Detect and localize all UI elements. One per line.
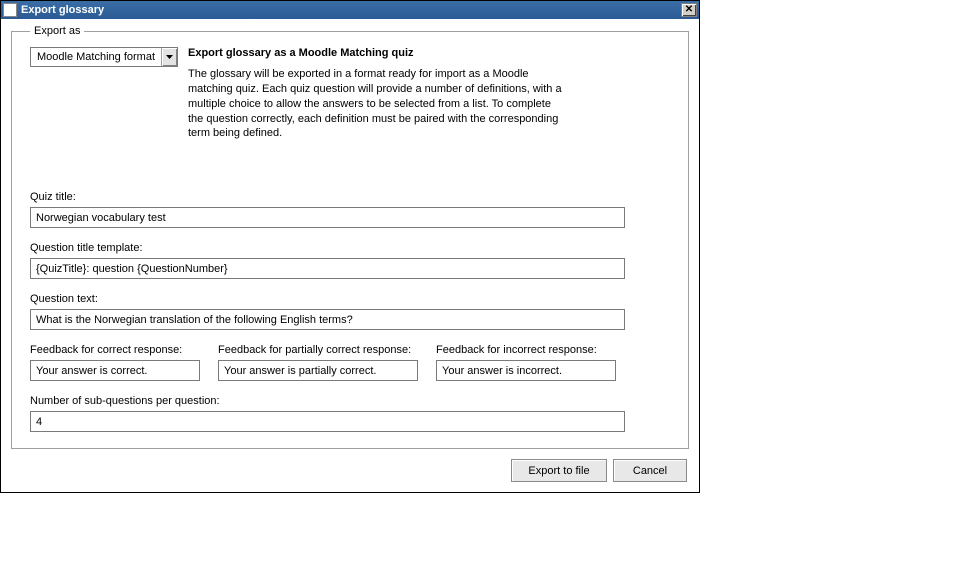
feedback-row: Feedback for correct response: Feedback … [30,344,670,381]
dialog-window: Export glossary ✕ Export as Moodle Match… [0,0,700,493]
description-text: The glossary will be exported in a forma… [188,67,568,141]
num-subquestions-label: Number of sub-questions per question: [30,395,670,407]
feedback-partial-label: Feedback for partially correct response: [218,344,418,356]
quiz-title-label: Quiz title: [30,191,670,203]
export-as-fieldset: Export as Moodle Matching format Export … [11,25,689,449]
fieldset-legend: Export as [30,25,84,37]
close-icon: ✕ [685,5,693,15]
feedback-partial-input[interactable] [218,360,418,381]
dialog-content: Export as Moodle Matching format Export … [1,19,699,492]
export-button[interactable]: Export to file [511,459,607,482]
format-description: Export glossary as a Moodle Matching qui… [188,47,670,141]
question-title-template-label: Question title template: [30,242,670,254]
feedback-incorrect-label: Feedback for incorrect response: [436,344,616,356]
format-select-dropdown-button[interactable] [161,48,177,66]
feedback-partial-group: Feedback for partially correct response: [218,344,418,381]
form-area: Quiz title: Question title template: Que… [30,191,670,432]
feedback-incorrect-input[interactable] [436,360,616,381]
top-row: Moodle Matching format Export glossary a… [30,47,670,141]
num-subquestions-input[interactable] [30,411,625,432]
cancel-button[interactable]: Cancel [613,459,687,482]
quiz-title-input[interactable] [30,207,625,228]
description-title: Export glossary as a Moodle Matching qui… [188,47,670,59]
feedback-correct-input[interactable] [30,360,200,381]
feedback-correct-group: Feedback for correct response: [30,344,200,381]
question-text-input[interactable] [30,309,625,330]
titlebar: Export glossary ✕ [1,1,699,19]
feedback-incorrect-group: Feedback for incorrect response: [436,344,616,381]
question-title-template-input[interactable] [30,258,625,279]
close-button[interactable]: ✕ [681,3,697,17]
window-title: Export glossary [21,4,681,16]
format-select-value: Moodle Matching format [31,48,161,66]
chevron-down-icon [166,55,173,59]
feedback-correct-label: Feedback for correct response: [30,344,200,356]
app-icon [3,3,17,17]
question-text-label: Question text: [30,293,670,305]
format-select[interactable]: Moodle Matching format [30,47,178,67]
button-row: Export to file Cancel [11,459,689,482]
